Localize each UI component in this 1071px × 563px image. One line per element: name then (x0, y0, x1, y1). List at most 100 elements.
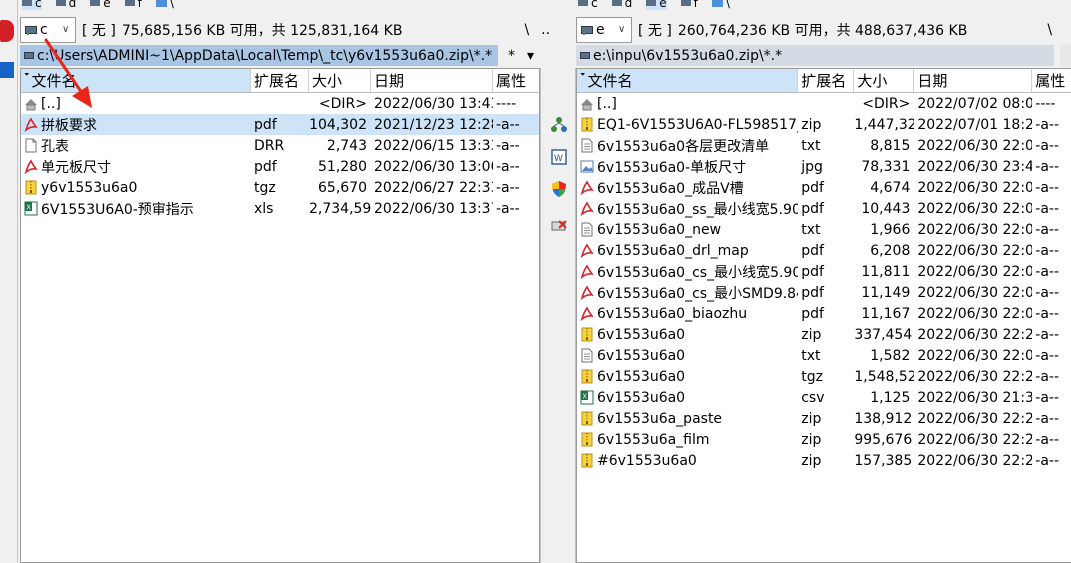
table-row[interactable]: y6v1553u6a0 tgz 65,670 2022/06/27 22:33 -a-- (21, 177, 539, 198)
right-col-date[interactable]: 日期 (914, 69, 1033, 92)
table-row[interactable]: 6v1553u6a0_cs_最小线宽5.906 pdf 11,811 2022/06/… (577, 261, 1071, 282)
right-file-panel: 🢓 文件名 扩展名 大小 日期 属性 [..] <DIR> 2022/07/02 08… (576, 68, 1071, 563)
right-drive-button-d[interactable]: d (611, 0, 632, 10)
file-date-cell: 2022/06/30 22:06 (917, 179, 1033, 196)
file-name-cell: 6v1553u6a0_new (577, 222, 798, 238)
table-row[interactable]: 6v1553u6a0 zip 337,454 2022/06/30 22:25 -a-- (577, 324, 1071, 345)
table-row[interactable]: EQ1-6V1553U6A0-FL598517_0zip 1,447,329202… (577, 114, 1071, 135)
table-row[interactable]: 6v1553u6a0_cs_最小SMD9.843 pdf 11,149 2022/06… (577, 282, 1071, 303)
right-drive-button-c[interactable]: c (578, 0, 598, 10)
file-name: 6v1553u6a0 (597, 347, 686, 364)
file-name-cell: 6v1553u6a0 (577, 327, 798, 343)
network-icon[interactable] (550, 116, 568, 134)
right-col-ext[interactable]: 扩展名 (798, 69, 855, 92)
table-row[interactable]: 单元板尺寸 pdf 51,280 2022/06/30 13:00 -a-- (21, 156, 539, 177)
file-ext-cell: pdf (801, 242, 824, 259)
table-row[interactable]: 孔表 DRR 2,743 2022/06/15 13:33 -a-- (21, 135, 539, 156)
table-row[interactable]: 6v1553u6a_paste zip 138,912 2022/06/30 22:2… (577, 408, 1071, 429)
file-size-cell: 78,331 (861, 158, 911, 175)
file-date-cell: 2022/06/30 22:05 (917, 137, 1033, 154)
file-name: EQ1-6V1553U6A0-FL598517_0 (597, 116, 799, 133)
file-attr-cell: -a-- (1035, 158, 1059, 175)
left-drive-button-d[interactable]: d (55, 0, 76, 10)
file-ext-cell: zip (801, 116, 822, 133)
file-name: 6v1553u6a0_成品V槽 (597, 180, 744, 197)
file-ext-cell: pdf (801, 200, 824, 217)
table-row[interactable]: 6v1553u6a0_new txt 1,966 2022/06/30 22:05 -a… (577, 219, 1071, 240)
left-up-button[interactable]: .. (537, 22, 554, 38)
file-name-cell: 6v1553u6a0 (577, 369, 798, 385)
left-hotlist-button[interactable]: ▾ (521, 48, 540, 64)
left-drive-button-c[interactable]: c (22, 0, 42, 10)
right-drive-button-f[interactable]: f (680, 0, 698, 10)
left-drive-button-f[interactable]: f (124, 0, 142, 10)
table-row[interactable]: 6v1553u6a0_drl_map pdf 6,208 2022/06/30 22:… (577, 240, 1071, 261)
table-row[interactable]: 6v1553u6a0_ss_最小线宽5.906 pdf 10,443 2022/06/… (577, 198, 1071, 219)
file-date-cell: 2022/06/30 22:27 (917, 410, 1033, 427)
file-attr-cell: -a-- (1035, 368, 1059, 385)
file-size-cell: <DIR> (862, 95, 911, 112)
left-drive-button-root[interactable]: \ (155, 0, 174, 10)
table-row[interactable]: 6v1553u6a0 tgz 1,548,5232022/06/30 22:27-a… (577, 366, 1071, 387)
left-column-header: 🢓 文件名 扩展名 大小 日期 属性 (21, 69, 539, 93)
file-date-cell: 2022/07/01 18:27 (917, 116, 1033, 133)
file-attr-cell: -a-- (496, 116, 520, 133)
file-name: 6v1553u6a0_ss_最小线宽5.906 (597, 201, 799, 218)
delete-icon[interactable] (550, 216, 568, 234)
file-attr-cell: -a-- (1035, 284, 1059, 301)
right-path[interactable]: e:\inpu\6v1553u6a0.zip\*.* (576, 45, 1054, 66)
file-name-cell: #6v1553u6a0 (577, 453, 798, 469)
table-row[interactable]: [..] <DIR> 2022/07/02 08:02 ---- (577, 93, 1071, 114)
left-col-date[interactable]: 日期 (371, 69, 493, 92)
right-drive-bar: e ∨ [ 无 ] 260,764,236 KB 可用，共 488,637,43… (576, 16, 1060, 44)
table-row[interactable]: X 6V1553U6A0-预审指示 xls 2,734,5922022/06/30 1… (21, 198, 539, 219)
table-row[interactable]: 6v1553u6a_film zip 995,676 2022/06/30 22:27… (577, 429, 1071, 450)
file-name-cell: 单元板尺寸 (21, 157, 251, 177)
table-row[interactable]: 6v1553u6a0_成品V槽 pdf 4,674 2022/06/30 22:06-… (577, 177, 1071, 198)
shield-icon[interactable] (550, 180, 568, 198)
middle-toolbar: W (540, 68, 576, 563)
right-volume-label: [ 无 ] (638, 23, 672, 39)
right-drive-select[interactable]: e ∨ (576, 17, 632, 43)
table-row[interactable]: 6v1553u6a0_biaozhu pdf 11,167 2022/06/30 22… (577, 303, 1071, 324)
word-icon[interactable]: W (550, 148, 568, 166)
table-row[interactable]: 拼板要求 pdf 104,302 2021/12/23 12:28 -a-- (21, 114, 539, 135)
right-col-size[interactable]: 大小 (854, 69, 915, 92)
left-col-name[interactable]: 🢓 文件名 (21, 69, 251, 92)
file-name: 6v1553u6a0_drl_map (597, 242, 749, 259)
right-drive-button-root[interactable]: \ (711, 0, 730, 10)
file-date-cell: 2022/06/15 13:33 (374, 137, 493, 154)
left-col-size[interactable]: 大小 (309, 69, 371, 92)
left-free-space: 75,685,156 KB 可用，共 125,831,164 KB (121, 23, 403, 39)
table-row[interactable]: X 6v1553u6a0 csv 1,125 2022/06/30 21:36 -a-- (577, 387, 1071, 408)
right-file-list: [..] <DIR> 2022/07/02 08:02 ---- EQ1-6V1553U… (577, 93, 1071, 471)
file-attr-cell: -a-- (496, 200, 520, 217)
left-drive-button-e[interactable]: e (90, 0, 111, 10)
left-col-attr[interactable]: 属性 (493, 69, 539, 92)
file-size-cell: 8,815 (870, 137, 911, 154)
right-drive-button-e[interactable]: e (646, 0, 667, 10)
left-col-ext[interactable]: 扩展名 (251, 69, 309, 92)
table-row[interactable]: [..] <DIR> 2022/06/30 13:43 ---- (21, 93, 539, 114)
left-drive-bar: c ∨ [ 无 ] 75,685,156 KB 可用，共 125,831,164… (20, 16, 554, 44)
right-col-name[interactable]: 🢓 文件名 (577, 69, 799, 92)
file-attr-cell: -a-- (1035, 242, 1059, 259)
right-col-attr[interactable]: 属性 (1032, 69, 1071, 92)
left-path[interactable]: c:\Users\ADMINI~1\AppData\Local\Temp\_tc… (20, 45, 498, 66)
pdf-icon (24, 159, 38, 174)
file-name-cell: 6v1553u6a0 (577, 348, 798, 364)
left-volume-label: [ 无 ] (82, 23, 116, 39)
archive-icon (24, 180, 38, 195)
sort-down-icon: 🢓 (580, 74, 586, 85)
left-root-button[interactable]: \ (516, 22, 537, 38)
pdf-icon (24, 117, 38, 132)
table-row[interactable]: 6v1553u6a0各层更改清单 txt 8,815 2022/06/30 22:05… (577, 135, 1071, 156)
table-row[interactable]: 6v1553u6a0 txt 1,582 2022/06/30 22:05 -a-- (577, 345, 1071, 366)
left-history-button[interactable]: * (502, 48, 521, 64)
right-root-button[interactable]: \ (1039, 22, 1060, 38)
table-row[interactable]: #6v1553u6a0 zip 157,385 2022/06/30 22:25 -a-… (577, 450, 1071, 471)
file-size-cell: <DIR> (318, 95, 367, 112)
table-row[interactable]: 6v1553u6a0-单板尺寸 jpg 78,331 2022/06/30 23:41… (577, 156, 1071, 177)
left-drive-select[interactable]: c ∨ (20, 17, 76, 43)
pdf-icon (580, 264, 594, 279)
